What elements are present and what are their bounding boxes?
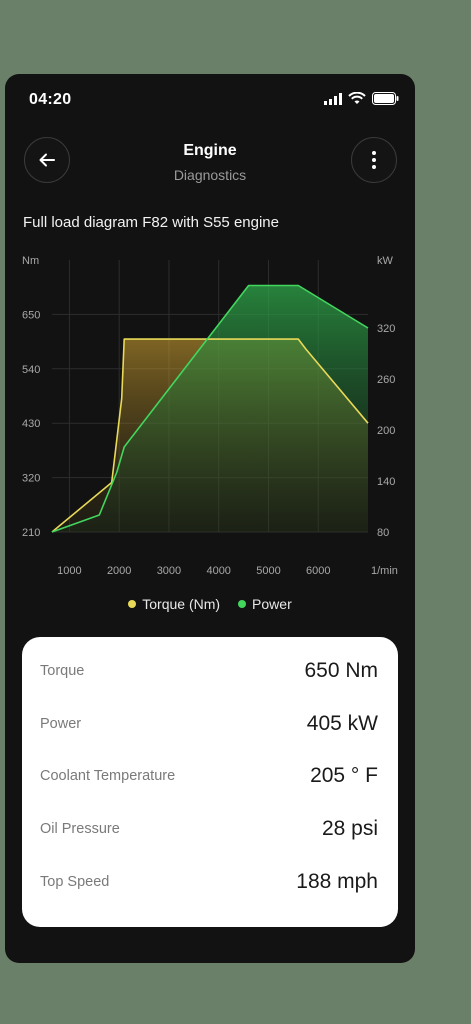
power-dot-icon — [238, 600, 247, 608]
left-tick-label: 320 — [22, 473, 40, 485]
metric-value: 188 mph — [296, 869, 378, 893]
x-tick-label: 1000 — [57, 565, 81, 577]
metric-row-top-speed: Top Speed 188 mph — [40, 855, 378, 908]
metric-label: Coolant Temperature — [40, 768, 176, 785]
metric-value: 205 ° F — [310, 764, 378, 788]
right-tick-label: 320 — [377, 323, 395, 335]
right-tick-label: 80 — [377, 527, 389, 539]
left-tick-label: 210 — [22, 527, 40, 539]
x-tick-label: 4000 — [206, 565, 230, 577]
chart-title: Full load diagram F82 with S55 engine — [23, 214, 279, 231]
left-tick-label: 540 — [22, 364, 40, 376]
battery-icon — [372, 92, 399, 105]
right-tick-label: 140 — [377, 476, 395, 488]
x-tick-label: 6000 — [306, 565, 330, 577]
x-tick-label: 5000 — [256, 565, 280, 577]
right-tick-label: 260 — [377, 374, 395, 386]
metric-value: 405 kW — [306, 711, 378, 735]
metric-row-power: Power 405 kW — [40, 698, 378, 751]
torque-dot-icon — [128, 600, 137, 608]
left-axis-unit: Nm — [22, 255, 39, 267]
more-options-button[interactable] — [351, 137, 397, 183]
metric-row-oil-pressure: Oil Pressure 28 psi — [40, 803, 378, 856]
legend-torque-label: Torque (Nm) — [142, 596, 221, 612]
metric-value: 28 psi — [321, 817, 378, 841]
chart-legend: Torque (Nm) Power — [5, 596, 415, 612]
metrics-card: Torque 650 Nm Power 405 kW Coolant Tempe… — [22, 637, 398, 927]
phone-screen: 04:20 Engine Diagnostics Full load diagr… — [5, 74, 415, 963]
status-time: 04:20 — [29, 91, 72, 108]
load-diagram-chart: Nm kW 1/min 650 540 430 320 210 320 260 200 140 80 10… — [22, 255, 398, 577]
metric-label: Top Speed — [40, 873, 110, 890]
signal-icon — [324, 92, 342, 105]
right-axis-unit: kW — [377, 255, 394, 267]
legend-item-power: Power — [238, 596, 292, 612]
left-tick-label: 650 — [22, 309, 40, 321]
legend-item-torque: Torque (Nm) — [128, 596, 220, 612]
status-icons — [324, 92, 399, 105]
more-vertical-icon — [372, 151, 376, 169]
x-tick-label: 2000 — [107, 565, 131, 577]
metric-label: Power — [40, 715, 82, 732]
right-tick-label: 200 — [377, 425, 395, 437]
metric-value: 650 Nm — [304, 659, 378, 683]
metric-row-torque: Torque 650 Nm — [40, 645, 378, 698]
legend-power-label: Power — [252, 596, 292, 612]
x-axis-unit: 1/min — [371, 565, 398, 577]
metric-label: Torque — [40, 663, 85, 680]
wifi-icon — [348, 92, 366, 104]
x-tick-label: 3000 — [157, 565, 181, 577]
metric-label: Oil Pressure — [40, 821, 120, 838]
left-tick-label: 430 — [22, 418, 40, 430]
metric-row-coolant: Coolant Temperature 205 ° F — [40, 750, 378, 803]
